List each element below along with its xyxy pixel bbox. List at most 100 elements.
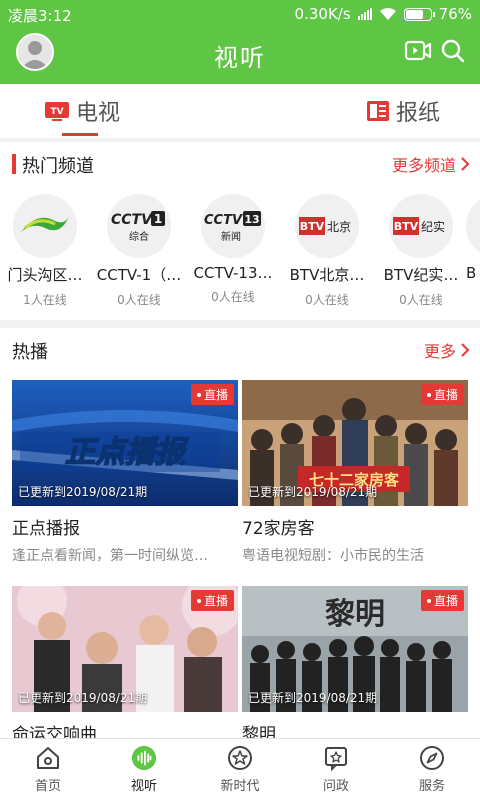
channel-logo-text: CCTV: [111, 212, 153, 228]
channel-logo-label: 纪实: [421, 219, 445, 234]
nav-inquiry[interactable]: 问政: [288, 743, 384, 794]
live-badge-label: 直播: [433, 594, 458, 608]
channel-logo: CCTV 1 综合: [107, 194, 171, 258]
channel-item[interactable]: BTV 北京 BTV北京… 0人在线: [280, 194, 374, 308]
show-title: 72家房客: [242, 519, 315, 539]
live-badge-label: 直播: [203, 388, 228, 402]
channel-logo-label: 北京: [327, 220, 351, 234]
signal-icon: [357, 8, 372, 20]
audio-icon: [131, 745, 157, 771]
channel-item[interactable]: CCTV 13 新闻 CCTV-13… 0人在线: [186, 194, 280, 305]
more-shows-label: 更多: [423, 342, 456, 361]
hot-channels-title: 热门频道: [22, 156, 94, 177]
channel-online-count: 0人在线: [211, 290, 255, 304]
channel-online-count: 0人在线: [117, 293, 161, 307]
show-card[interactable]: 七十二家房客 直播 已更新到2019/08/21期 72家房客 粤语电视短剧：小…: [242, 380, 468, 565]
channel-logo: BTV 纪实: [389, 194, 453, 258]
nav-home-label: 首页: [34, 779, 61, 794]
compass-icon: [419, 745, 445, 771]
battery-icon: [403, 7, 435, 21]
status-time: 凌晨3:12: [8, 7, 72, 25]
tab-newspaper[interactable]: 报纸: [366, 84, 440, 138]
chevron-right-icon: [461, 343, 470, 357]
channel-name: BTV北京…: [289, 266, 365, 284]
live-badge: 直播: [420, 384, 464, 405]
channel-online-count: 0人在线: [399, 293, 443, 307]
live-badge: 直播: [420, 590, 464, 611]
inquiry-icon: [323, 745, 349, 771]
nav-inquiry-label: 问政: [322, 779, 349, 794]
battery-percent: 76%: [438, 5, 472, 23]
show-card[interactable]: 黎明 直播 已更新到2019/08/21期 黎明: [242, 586, 468, 745]
channel-name: BTV纪实…: [383, 266, 459, 284]
more-channels-label: 更多频道: [391, 156, 456, 175]
channel-logo: CCTV 13 新闻: [201, 194, 265, 258]
tab-tv-label: 电视: [76, 101, 121, 126]
channel-logo-sub: 新闻: [221, 230, 241, 243]
nav-new-era-label: 新时代: [220, 779, 260, 794]
tv-icon-text: TV: [50, 107, 63, 117]
channel-online-count: 0人在线: [305, 293, 349, 307]
nav-service-label: 服务: [418, 779, 445, 794]
bottom-nav: 首页 视听 新时代 问政 服务: [0, 738, 480, 800]
tab-tv[interactable]: TV 电视: [44, 84, 120, 138]
channel-name: CCTV-13…: [193, 264, 273, 282]
live-badge-label: 直播: [433, 388, 458, 402]
active-tab-indicator: [62, 133, 98, 136]
channel-logo: BTV 北京: [295, 194, 359, 258]
live-badge: 直播: [190, 384, 234, 405]
newspaper-icon: [367, 101, 389, 121]
update-info: 已更新到2019/08/21期: [18, 485, 148, 499]
show-description: 逢正点看新闻，第一时间纵览…: [12, 548, 208, 564]
net-speed: 0.30K/s: [294, 5, 351, 23]
channel-logo-num: 13: [244, 213, 259, 226]
channel-logo-badge: BTV: [300, 220, 325, 233]
update-info: 已更新到2019/08/21期: [18, 691, 148, 705]
more-channels-link[interactable]: 更多频道: [392, 152, 470, 176]
hot-channels-section: 热门频道 更多频道 门头沟区… 1人在线 CCTV 1 综合 CCTV-1（… …: [0, 142, 480, 320]
status-bar: 凌晨3:12 0.30K/s 76%: [0, 0, 480, 28]
nav-service[interactable]: 服务: [384, 743, 480, 794]
channel-logo: [13, 194, 77, 258]
video-icon[interactable]: [404, 39, 432, 63]
channel-item[interactable]: CCTV 1 综合 CCTV-1（… 0人在线: [92, 194, 186, 308]
hot-shows-title: 热播: [12, 342, 48, 363]
show-thumbnail: 黎明 直播 已更新到2019/08/21期: [242, 586, 468, 712]
channel-item[interactable]: 门头沟区… 1人在线: [0, 194, 92, 308]
show-card[interactable]: 直播 已更新到2019/08/21期 命运交响曲: [12, 586, 238, 745]
channel-name: 门头沟区…: [7, 266, 83, 284]
update-info: 已更新到2019/08/21期: [248, 691, 378, 705]
more-shows-link[interactable]: 更多: [424, 338, 470, 362]
tab-newspaper-label: 报纸: [396, 101, 441, 126]
home-icon: [35, 745, 61, 771]
nav-home[interactable]: 首页: [0, 743, 96, 794]
show-title: 正点播报: [12, 519, 80, 539]
tv-icon: TV: [45, 102, 69, 121]
wifi-icon: [379, 8, 396, 20]
channel-logo-text: CCTV: [204, 213, 243, 228]
channel-name: CCTV-1（…: [96, 266, 182, 284]
live-badge: 直播: [190, 590, 234, 611]
chevron-right-icon: [461, 157, 470, 171]
thumbnail-title-art: 正点播报: [65, 435, 189, 470]
section-marker: [12, 154, 16, 174]
update-info: 已更新到2019/08/21期: [248, 485, 378, 499]
channel-logo-badge: BTV: [394, 220, 419, 233]
nav-audiovisual-label: 视听: [130, 779, 157, 794]
channel-item[interactable]: B: [466, 194, 480, 282]
thumbnail-title-art: 黎明: [325, 597, 385, 632]
hot-shows-section: 热播 更多 正点播报 直播 已更新到2019/08/21期 正点播报 逢正点看新…: [0, 328, 480, 745]
nav-new-era[interactable]: 新时代: [192, 743, 288, 794]
channel-name: B: [466, 264, 477, 282]
show-thumbnail: 直播 已更新到2019/08/21期: [12, 586, 238, 712]
tab-bar: TV 电视 报纸: [0, 84, 480, 138]
channel-item[interactable]: BTV 纪实 BTV纪实… 0人在线: [374, 194, 468, 308]
search-icon[interactable]: [440, 38, 466, 64]
show-thumbnail: 七十二家房客 直播 已更新到2019/08/21期: [242, 380, 468, 506]
app-header: 凌晨3:12 0.30K/s 76% 视听: [0, 0, 480, 84]
star-icon: [227, 745, 253, 771]
channel-logo-sub: 综合: [129, 230, 149, 243]
nav-audiovisual[interactable]: 视听: [96, 743, 192, 794]
show-card[interactable]: 正点播报 直播 已更新到2019/08/21期 正点播报 逢正点看新闻，第一时间…: [12, 380, 238, 565]
show-description: 粤语电视短剧：小市民的生活: [242, 548, 424, 564]
